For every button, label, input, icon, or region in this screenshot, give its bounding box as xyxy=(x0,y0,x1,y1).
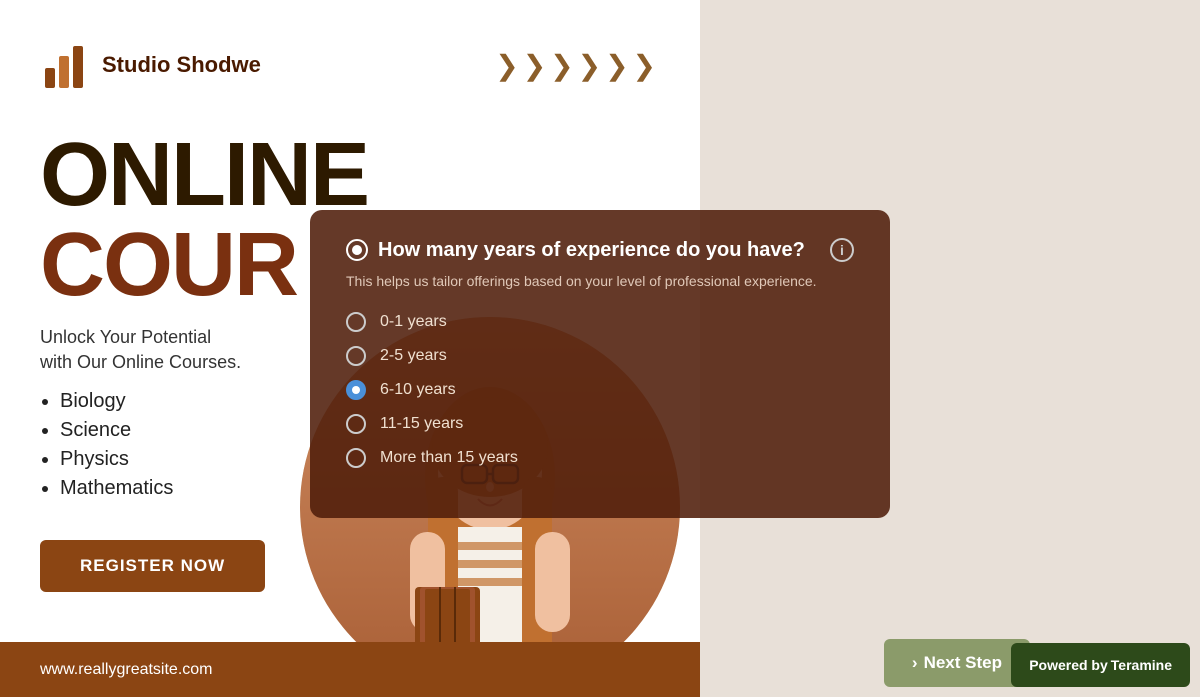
radio-circle-1 xyxy=(346,346,366,366)
info-icon[interactable]: i xyxy=(830,238,854,262)
radio-circle-3 xyxy=(346,414,366,434)
subtitle-line2: with Our Online Courses. xyxy=(40,350,241,375)
brand-name: Studio Shodwe xyxy=(102,52,261,78)
radio-circle-4 xyxy=(346,448,366,468)
next-step-label: Next Step xyxy=(924,653,1002,673)
radio-circle-2 xyxy=(346,380,366,400)
next-step-button[interactable]: › Next Step xyxy=(884,639,1030,687)
radio-circle-0 xyxy=(346,312,366,332)
logo-icon xyxy=(40,38,90,93)
list-item: Mathematics xyxy=(60,477,173,500)
powered-by-badge: Powered by Teramine xyxy=(1011,643,1190,687)
radio-label-4: More than 15 years xyxy=(380,449,518,467)
logo-area: Studio Shodwe xyxy=(40,38,261,93)
list-item: Biology xyxy=(60,390,173,413)
subtitle-line1: Unlock Your Potential xyxy=(40,325,241,350)
powered-by-prefix: Powered by xyxy=(1029,657,1108,673)
survey-modal: How many years of experience do you have… xyxy=(310,210,890,518)
radio-option-4[interactable]: More than 15 years xyxy=(346,448,854,468)
radio-option-2[interactable]: 6-10 years xyxy=(346,380,854,400)
list-item: Science xyxy=(60,419,173,442)
next-step-arrow: › xyxy=(912,653,918,673)
radio-label-1: 2-5 years xyxy=(380,347,447,365)
footer-url: www.reallygreatsite.com xyxy=(40,661,213,679)
radio-option-1[interactable]: 2-5 years xyxy=(346,346,854,366)
radio-label-0: 0-1 years xyxy=(380,313,447,331)
footer-bar: www.reallygreatsite.com xyxy=(0,642,700,697)
header: Studio Shodwe ❯❯❯❯❯❯ xyxy=(0,0,700,130)
survey-header: How many years of experience do you have… xyxy=(346,238,854,262)
powered-by-brand: Teramine xyxy=(1111,657,1172,673)
survey-radio-icon xyxy=(346,239,368,261)
radio-option-3[interactable]: 11-15 years xyxy=(346,414,854,434)
survey-title: How many years of experience do you have… xyxy=(378,239,805,262)
radio-label-3: 11-15 years xyxy=(380,415,463,433)
list-item: Physics xyxy=(60,448,173,471)
chevrons: ❯❯❯❯❯❯ xyxy=(495,49,660,82)
survey-description: This helps us tailor offerings based on … xyxy=(346,272,854,292)
radio-option-0[interactable]: 0-1 years xyxy=(346,312,854,332)
radio-label-2: 6-10 years xyxy=(380,381,456,399)
register-button[interactable]: REGISTER NOW xyxy=(40,540,265,592)
course-list: Biology Science Physics Mathematics xyxy=(40,390,173,506)
survey-title-row: How many years of experience do you have… xyxy=(346,239,805,262)
subtitle: Unlock Your Potential with Our Online Co… xyxy=(40,325,241,375)
hero-line1: ONLINE xyxy=(40,130,368,220)
